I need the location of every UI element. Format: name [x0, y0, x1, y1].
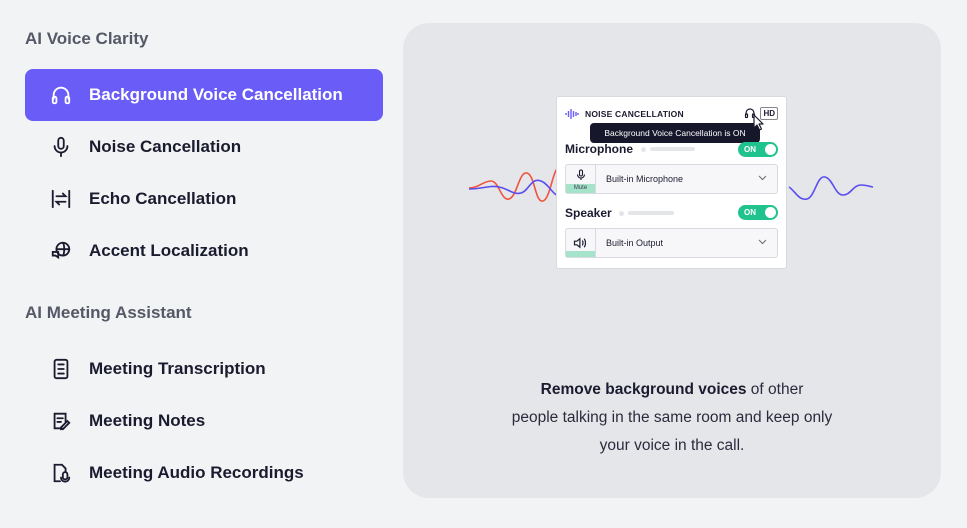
nav-item-meeting-notes[interactable]: Meeting Notes: [25, 395, 383, 447]
widget-title: NOISE CANCELLATION: [585, 109, 684, 119]
caption-bold: Remove background voices: [540, 381, 747, 398]
nav-label: Meeting Transcription: [89, 359, 266, 378]
waveform-logo-icon: [565, 109, 579, 119]
echo-arrows-icon: [49, 187, 73, 211]
nav-item-echo-cancellation[interactable]: Echo Cancellation: [25, 173, 383, 225]
speaker-level-fill: [566, 251, 595, 257]
tooltip: Background Voice Cancellation is ON: [590, 123, 760, 143]
nav-item-meeting-audio-recordings[interactable]: Meeting Audio Recordings: [25, 447, 383, 499]
mic-mute-button[interactable]: Mute: [566, 165, 596, 193]
speaker-level-dot: [619, 211, 624, 216]
feature-preview-panel: NOISE CANCELLATION HD Background Voice C…: [403, 23, 941, 498]
mic-level-bar: [650, 147, 695, 151]
speaker-icon: [573, 237, 587, 249]
nav-label: Echo Cancellation: [89, 189, 237, 208]
speaker-toggle[interactable]: ON: [738, 205, 778, 220]
notes-pen-icon: [49, 409, 73, 433]
caption-line3: your voice in the call.: [599, 437, 745, 454]
chevron-down-icon: [758, 175, 767, 181]
microphone-toggle[interactable]: ON: [738, 142, 778, 157]
section-title-voice-clarity: AI Voice Clarity: [25, 29, 149, 48]
nav-label: Meeting Notes: [89, 411, 206, 430]
mute-label: Mute: [566, 184, 595, 193]
speaker-select[interactable]: Built-in Output: [565, 228, 778, 258]
recording-file-icon: [49, 461, 73, 485]
widget-header: NOISE CANCELLATION HD: [565, 107, 778, 121]
mic-level-dot: [641, 147, 646, 152]
speaker-side[interactable]: [566, 229, 596, 257]
speaker-device: Built-in Output: [606, 238, 664, 248]
microphone-icon: [576, 169, 585, 180]
feature-description: Remove background voices of other people…: [463, 376, 881, 460]
chevron-down-icon: [758, 239, 767, 245]
caption-line2: people talking in the same room and keep…: [511, 409, 833, 426]
caption-rest: of other: [746, 381, 804, 398]
cursor-pointer-icon: [753, 114, 764, 131]
section-title-meeting-assistant: AI Meeting Assistant: [25, 303, 192, 322]
microphone-label: Microphone: [565, 142, 633, 156]
microphone-select[interactable]: Mute Built-in Microphone: [565, 164, 778, 194]
speaker-level-bar: [628, 211, 674, 215]
headphones-icon: [49, 83, 73, 107]
nav-label: Noise Cancellation: [89, 137, 242, 156]
document-list-icon: [49, 357, 73, 381]
nav-item-background-voice-cancellation[interactable]: Background Voice Cancellation: [25, 69, 383, 121]
nav-item-accent-localization[interactable]: Accent Localization: [25, 225, 383, 277]
speaker-label: Speaker: [565, 206, 612, 220]
nav-item-meeting-transcription[interactable]: Meeting Transcription: [25, 343, 383, 395]
microphone-device: Built-in Microphone: [606, 174, 684, 184]
microphone-icon: [49, 135, 73, 159]
nav-label: Background Voice Cancellation: [89, 85, 343, 104]
nav-label: Meeting Audio Recordings: [89, 463, 304, 482]
nav-label: Accent Localization: [89, 241, 249, 260]
globe-chat-icon: [49, 239, 73, 263]
nav-item-noise-cancellation[interactable]: Noise Cancellation: [25, 121, 383, 173]
noise-cancellation-widget: NOISE CANCELLATION HD Background Voice C…: [556, 96, 787, 269]
